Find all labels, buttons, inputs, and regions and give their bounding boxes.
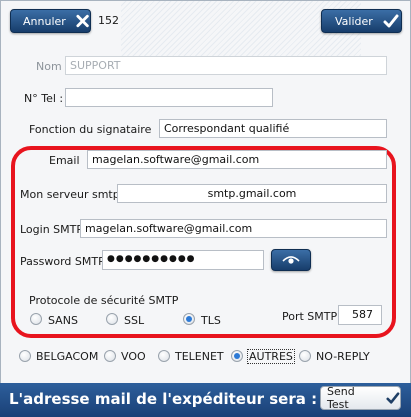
nom-label: Nom — [36, 60, 62, 73]
nom-field: SUPPORT — [65, 56, 387, 75]
close-icon — [76, 14, 89, 28]
record-id: 152 — [98, 14, 119, 27]
send-test-button[interactable]: Send Test — [320, 385, 401, 411]
provider-label-telenet: TELENET — [175, 350, 224, 363]
protocol-label-ssl: SSL — [124, 314, 145, 327]
protocol-radio-tls[interactable] — [183, 313, 195, 325]
smtp-password-field[interactable]: ●●●●●●●●●● — [102, 250, 264, 270]
protocol-radio-sans[interactable] — [30, 313, 42, 325]
show-password-button[interactable] — [271, 249, 311, 271]
send-test-label: Send Test — [327, 385, 355, 411]
dialog-window: Annuler 152 Valider Nom SUPPORT N° Tel :… — [0, 0, 411, 417]
validate-button-label: Valider — [335, 14, 373, 28]
smtp-server-field[interactable]: smtp.gmail.com — [117, 184, 387, 203]
provider-radio-belgacom[interactable] — [19, 350, 31, 362]
cancel-button-label: Annuler — [23, 14, 66, 28]
port-label: Port SMTP — [282, 310, 338, 323]
cancel-button[interactable]: Annuler — [10, 9, 91, 33]
email-field[interactable]: magelan.software@gmail.com — [87, 150, 387, 169]
provider-label-voo: VOO — [121, 350, 146, 363]
provider-label-autres: AUTRES — [247, 349, 295, 364]
checkmark-icon — [386, 392, 400, 404]
provider-label-belgacom: BELGACOM — [36, 350, 99, 363]
provider-radio-no-reply[interactable] — [299, 350, 311, 362]
protocol-label: Protocole de sécurité SMTP — [29, 294, 179, 307]
eye-icon — [282, 256, 300, 264]
protocol-label-tls: TLS — [201, 314, 221, 327]
checkmark-icon — [383, 14, 399, 28]
smtp-login-label: Login SMTP — [20, 223, 83, 236]
smtp-password-label: Password SMTP — [20, 255, 105, 268]
provider-radio-autres[interactable] — [231, 350, 243, 362]
port-field[interactable]: 587 — [338, 305, 382, 325]
tel-field[interactable] — [65, 88, 273, 107]
provider-radio-telenet[interactable] — [158, 350, 170, 362]
provider-radio-voo[interactable] — [104, 350, 116, 362]
tel-label: N° Tel : — [24, 92, 64, 105]
email-label: Email — [49, 154, 80, 167]
footer-sender-text: L'adresse mail de l'expéditeur sera : — [9, 390, 318, 408]
fonction-field[interactable]: Correspondant qualifié — [159, 119, 387, 138]
protocol-radio-ssl[interactable] — [106, 313, 118, 325]
smtp-server-label: Mon serveur smtp — [20, 188, 120, 201]
fonction-label: Fonction du signataire — [29, 123, 152, 136]
provider-label-no-reply: NO-REPLY — [316, 350, 370, 363]
validate-button[interactable]: Valider — [321, 9, 402, 33]
protocol-label-sans: SANS — [48, 314, 78, 327]
smtp-login-field[interactable]: magelan.software@gmail.com — [80, 219, 387, 238]
